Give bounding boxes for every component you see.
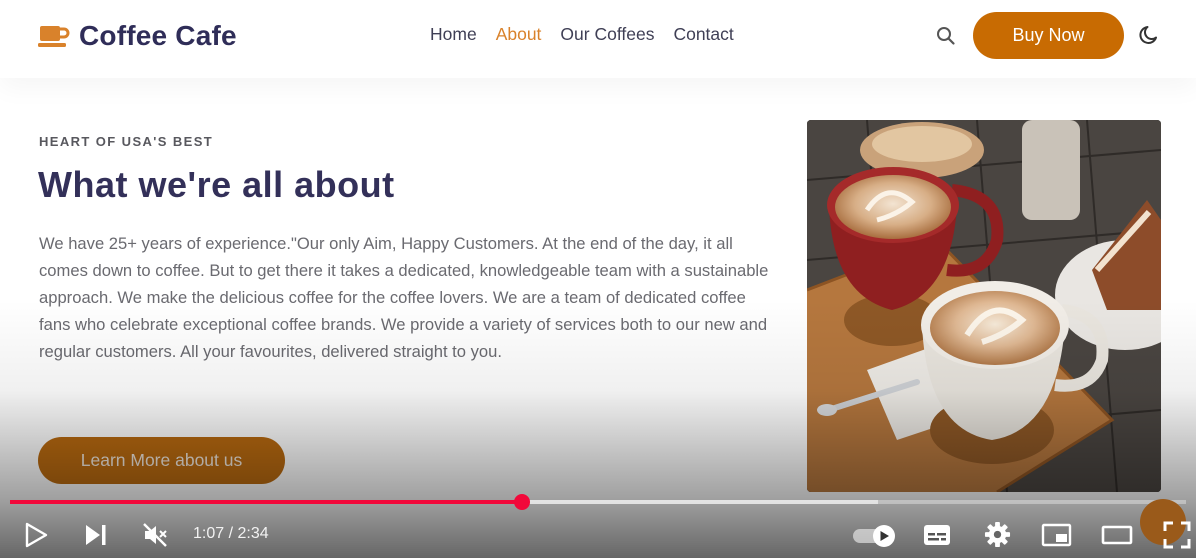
brand-logo[interactable]: Coffee Cafe: [38, 20, 237, 52]
scrubber-handle[interactable]: [513, 494, 530, 510]
time-display: 1:07 / 2:34: [193, 525, 269, 542]
section-body: We have 25+ years of experience."Our onl…: [39, 234, 769, 361]
moon-icon[interactable]: [1137, 23, 1161, 47]
mute-icon[interactable]: [142, 522, 168, 553]
play-icon[interactable]: [24, 522, 48, 553]
section-eyebrow: HEART OF USA'S BEST: [39, 134, 214, 149]
coffee-cup-icon: [38, 22, 70, 50]
progress-bar[interactable]: [10, 494, 1186, 510]
settings-icon[interactable]: [984, 521, 1011, 553]
autoplay-toggle[interactable]: [852, 524, 898, 553]
nav-our-coffees[interactable]: Our Coffees: [560, 24, 654, 45]
site-header: Coffee Cafe Home About Our Coffees Conta…: [0, 0, 1196, 78]
brand-name: Coffee Cafe: [79, 20, 237, 51]
subtitles-icon[interactable]: [923, 523, 951, 552]
latte-cups-photo: [807, 120, 1161, 492]
search-icon[interactable]: [935, 25, 957, 47]
learn-more-button[interactable]: Learn More about us: [38, 437, 285, 484]
next-icon[interactable]: [84, 523, 108, 552]
miniplayer-icon[interactable]: [1041, 523, 1072, 552]
played-bar: [10, 500, 522, 504]
nav-home[interactable]: Home: [430, 24, 477, 45]
fullscreen-icon[interactable]: [1163, 521, 1191, 554]
buy-now-button[interactable]: Buy Now: [973, 12, 1124, 59]
nav-contact[interactable]: Contact: [673, 24, 733, 45]
main-nav: Home About Our Coffees Contact: [430, 24, 734, 45]
section-title: What we're all about: [38, 164, 395, 205]
nav-about[interactable]: About: [496, 24, 542, 45]
theater-icon[interactable]: [1101, 523, 1133, 552]
